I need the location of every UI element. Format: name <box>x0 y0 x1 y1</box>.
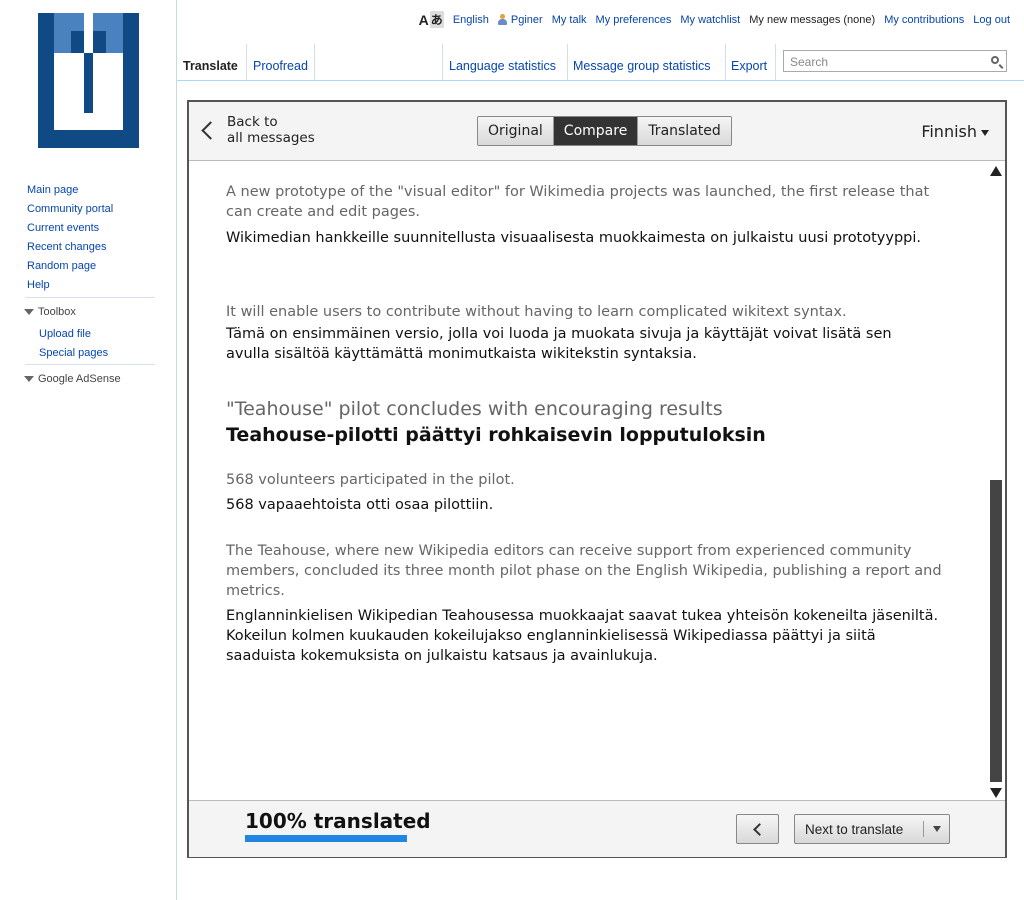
tab-export[interactable]: Export <box>725 44 775 80</box>
translation-text: Wikimedian hankkeille suunnitellusta vis… <box>226 230 922 246</box>
message-item[interactable]: "Teahouse" pilot concludes with encourag… <box>226 396 946 448</box>
sidebar-divider <box>25 364 155 365</box>
translation-panel: Back to all messages Original Compare Tr… <box>187 100 1007 858</box>
adsense-toggle[interactable]: Google AdSense <box>24 373 121 385</box>
scroll-up-arrow-icon[interactable] <box>990 166 1002 176</box>
source-heading: "Teahouse" pilot concludes with encourag… <box>226 398 723 420</box>
back-label-line2: all messages <box>227 130 315 146</box>
nav-current-events[interactable]: Current events <box>27 220 113 239</box>
next-to-translate-label: Next to translate <box>805 821 904 837</box>
language-selector[interactable]: Finnish <box>921 122 989 141</box>
next-to-translate-button[interactable]: Next to translate <box>794 814 950 844</box>
logout-link[interactable]: Log out <box>973 14 1010 26</box>
nav-help[interactable]: Help <box>27 277 113 296</box>
translation-text: Tämä on ensimmäinen versio, jolla voi lu… <box>226 326 892 362</box>
message-item[interactable]: A new prototype of the "visual editor" f… <box>226 182 946 248</box>
message-item[interactable]: The Teahouse, where new Wikipedia editor… <box>226 541 946 666</box>
tab-message-group-statistics[interactable]: Message group statistics <box>567 44 725 80</box>
view-mode-switcher: Original Compare Translated <box>477 116 732 146</box>
adsense-label: Google AdSense <box>38 373 121 385</box>
nav-random-page[interactable]: Random page <box>27 258 113 277</box>
back-label-line1: Back to <box>227 114 278 130</box>
search-input[interactable] <box>788 52 982 72</box>
user-page-link[interactable]: Pginer <box>511 14 543 26</box>
my-preferences-link[interactable]: My preferences <box>596 14 672 26</box>
language-selector-label: Finnish <box>921 122 977 141</box>
translation-text: 568 vapaaehtoista otti osaa pilottiin. <box>226 497 494 513</box>
toolbox-list: Upload file Special pages <box>39 326 108 364</box>
tab-divider <box>314 44 315 80</box>
message-item[interactable]: 568 volunteers participated in the pilot… <box>226 470 946 515</box>
translation-text: Englanninkielisen Wikipedian Teahousessa… <box>226 608 939 664</box>
button-divider <box>923 821 924 837</box>
scrollbar-thumb[interactable] <box>990 480 1002 782</box>
chevron-left-icon <box>753 823 766 836</box>
chevron-left-icon <box>201 120 220 140</box>
my-contributions-link[interactable]: My contributions <box>884 14 964 26</box>
sidebar-divider <box>25 297 155 298</box>
message-item[interactable]: It will enable users to contribute witho… <box>226 302 946 364</box>
tab-language-statistics[interactable]: Language statistics <box>442 44 567 80</box>
scroll-down-arrow-icon[interactable] <box>990 788 1002 798</box>
view-compare-button[interactable]: Compare <box>552 117 638 145</box>
progress-label: 100% translated <box>245 809 431 833</box>
dropdown-arrow-icon[interactable] <box>933 826 941 832</box>
scrollbar[interactable] <box>989 162 1003 802</box>
logo-graphic <box>38 13 139 148</box>
my-new-messages-link[interactable]: My new messages (none) <box>749 14 875 26</box>
view-translated-button[interactable]: Translated <box>637 117 731 145</box>
view-original-button[interactable]: Original <box>478 117 553 145</box>
progress-bar <box>245 835 407 842</box>
toolbox-toggle[interactable]: Toolbox <box>24 306 76 318</box>
personal-tools: Aあ English Pginer My talk My preferences… <box>419 11 1010 28</box>
tab-translate[interactable]: Translate <box>177 44 247 80</box>
toolbox-label: Toolbox <box>38 306 76 318</box>
source-text: It will enable users to contribute witho… <box>226 304 847 320</box>
panel-footer: 100% translated Next to translate <box>189 800 1005 857</box>
language-link[interactable]: English <box>453 14 489 26</box>
source-text: A new prototype of the "visual editor" f… <box>226 184 930 220</box>
my-talk-link[interactable]: My talk <box>552 14 587 26</box>
search-box <box>783 50 1007 72</box>
expand-triangle-icon <box>24 309 34 315</box>
sidebar: Main page Community portal Current event… <box>0 0 177 900</box>
toolbox-special-pages[interactable]: Special pages <box>39 345 108 364</box>
nav-recent-changes[interactable]: Recent changes <box>27 239 113 258</box>
expand-triangle-icon <box>24 376 34 382</box>
back-to-all-messages-button[interactable]: Back to all messages <box>199 114 315 146</box>
site-logo[interactable] <box>38 13 139 148</box>
language-icon[interactable]: Aあ <box>419 11 444 28</box>
nav-main-page[interactable]: Main page <box>27 182 113 201</box>
nav-community-portal[interactable]: Community portal <box>27 201 113 220</box>
panel-header: Back to all messages Original Compare Tr… <box>189 102 1005 161</box>
source-text: 568 volunteers participated in the pilot… <box>226 472 515 488</box>
progress-bar-fill <box>245 835 407 842</box>
tab-divider <box>775 44 776 80</box>
source-text: The Teahouse, where new Wikipedia editor… <box>226 543 942 599</box>
user-icon <box>497 14 507 25</box>
toolbox-upload-file[interactable]: Upload file <box>39 326 108 345</box>
tab-proofread[interactable]: Proofread <box>246 44 314 80</box>
previous-message-button[interactable] <box>736 814 779 844</box>
dropdown-arrow-icon <box>981 130 989 136</box>
search-icon[interactable] <box>991 56 999 64</box>
main-navigation: Main page Community portal Current event… <box>27 182 113 296</box>
translation-heading: Teahouse-pilotti päättyi rohkaisevin lop… <box>226 424 766 446</box>
my-watchlist-link[interactable]: My watchlist <box>680 14 740 26</box>
